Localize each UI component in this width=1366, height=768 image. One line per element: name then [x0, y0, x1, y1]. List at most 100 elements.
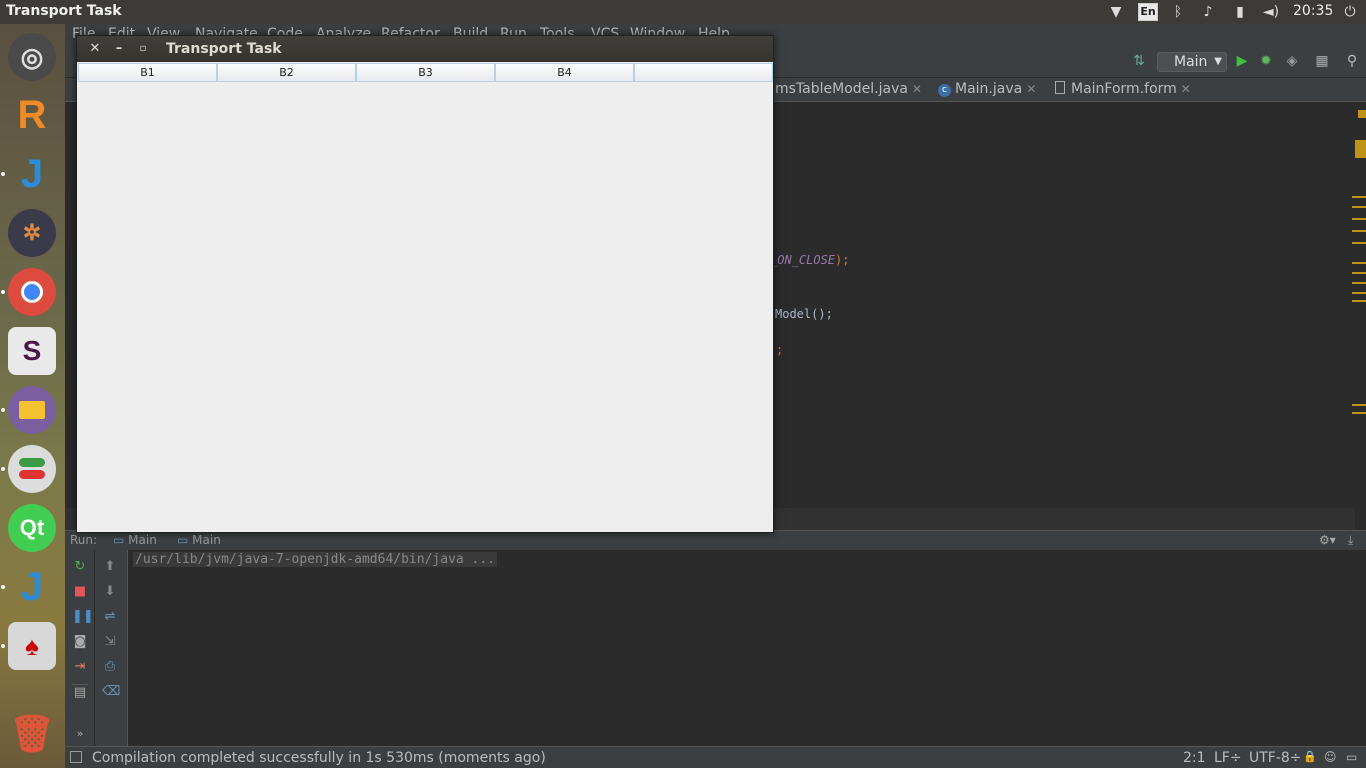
battery-icon[interactable]: ▮ — [1230, 2, 1250, 22]
run-toolbar-right: ⬆ ⬇ ⇌ ⇲ ⎙ ⌫ — [95, 550, 128, 746]
tab-mainform-form[interactable]: MainForm.form ✕ — [1055, 78, 1191, 102]
error-stripe-marker[interactable] — [1352, 206, 1366, 208]
error-stripe-marker[interactable] — [1352, 300, 1366, 302]
run-configuration-select[interactable]: Main ▼ — [1157, 52, 1227, 72]
column-header-b1[interactable]: B1 — [78, 63, 217, 82]
clock[interactable]: 20:35 — [1293, 3, 1333, 19]
tab-label: msTableModel.java — [775, 81, 908, 97]
run-tab-main-1[interactable]: ▭ Main — [113, 533, 157, 547]
running-indicator — [1, 644, 5, 648]
notification-bell-icon[interactable]: ♪ — [1198, 2, 1218, 22]
transport-task-window: ✕ – ▫ Transport Task B1 B2 B3 B4 — [76, 35, 774, 533]
close-icon[interactable]: ✕ — [1026, 82, 1036, 96]
run-tab-label: Main — [192, 533, 221, 547]
error-stripe-marker[interactable] — [1358, 110, 1366, 118]
file-encoding[interactable]: UTF-8÷ — [1249, 750, 1302, 766]
error-stripe-marker[interactable] — [1352, 262, 1366, 264]
maximize-window-button[interactable]: ▫ — [135, 41, 151, 57]
error-stripe-marker[interactable] — [1352, 404, 1366, 406]
run-label: Run: — [70, 533, 98, 547]
close-icon[interactable]: ✕ — [1181, 82, 1191, 96]
run-tab-icon: ▭ — [113, 533, 129, 547]
keyboard-layout-indicator[interactable]: En — [1138, 3, 1158, 21]
running-indicator — [1, 408, 5, 412]
minimize-window-button[interactable]: – — [111, 41, 127, 57]
error-stripe-marker[interactable] — [1352, 282, 1366, 284]
chrome-icon[interactable] — [8, 268, 56, 316]
search-icon[interactable]: ⚲ — [1344, 53, 1360, 69]
tab-main-java[interactable]: c Main.java ✕ — [938, 78, 1036, 102]
caret-position[interactable]: 2:1 — [1183, 750, 1206, 766]
more-icon[interactable]: » — [72, 726, 88, 742]
table-body[interactable] — [78, 82, 773, 531]
arrow-down-icon[interactable]: ⬇ — [102, 584, 118, 600]
running-indicator — [1, 290, 5, 294]
trash-icon[interactable]: 🗑 — [8, 710, 56, 758]
lock-icon[interactable]: 🔒 — [1303, 750, 1317, 763]
intellij-idea-2-icon[interactable]: J — [8, 563, 56, 611]
trash-console-icon[interactable]: ⌫ — [102, 684, 120, 700]
stop-icon[interactable]: ■ — [72, 584, 88, 600]
active-window-title: Transport Task — [6, 3, 122, 19]
ubuntu-dash-icon[interactable]: ◎ — [8, 33, 56, 81]
column-header-b3[interactable]: B3 — [356, 63, 495, 82]
layout-icon[interactable]: ▤ — [72, 684, 88, 700]
system-top-bar: Transport Task ▼ En ᛒ ♪ ▮ ◄) 20:35 ⏻ — [0, 0, 1366, 24]
error-stripe-marker[interactable] — [1352, 230, 1366, 232]
exit-icon[interactable]: ⇥ — [72, 659, 88, 675]
power-icon[interactable]: ⏻ — [1340, 2, 1360, 22]
qt-creator-icon[interactable]: Qt — [8, 504, 56, 552]
intellij-idea-icon[interactable]: J — [8, 150, 56, 198]
hide-panel-icon[interactable]: ⤓ — [1348, 533, 1353, 548]
dump-threads-icon[interactable]: ◙ — [72, 634, 88, 650]
running-indicator — [1, 585, 5, 589]
gear-icon[interactable]: ⚙▾ — [1319, 533, 1336, 547]
files-icon[interactable] — [8, 386, 56, 434]
rerun-icon[interactable]: ↻ — [72, 559, 88, 575]
error-stripe-marker[interactable] — [1352, 272, 1366, 274]
mysql-workbench-icon[interactable]: R — [8, 91, 56, 139]
error-stripe-marker[interactable] — [1352, 412, 1366, 414]
coverage-icon[interactable]: ◈ — [1284, 53, 1300, 69]
bluetooth-icon[interactable]: ᛒ — [1168, 2, 1188, 22]
line-separator[interactable]: LF÷ — [1214, 750, 1242, 766]
java-class-icon: c — [938, 84, 951, 97]
event-log-icon[interactable]: ▭ — [1346, 750, 1357, 764]
vcs-update-icon[interactable]: ⇅ — [1131, 53, 1147, 69]
error-stripe-marker[interactable] — [1352, 196, 1366, 198]
pause-icon[interactable]: ❚❚ — [72, 609, 94, 625]
wifi-icon[interactable]: ▼ — [1106, 2, 1126, 22]
run-config-label: Main — [1174, 54, 1208, 70]
project-structure-icon[interactable]: ▦ — [1314, 53, 1330, 69]
error-stripe — [1355, 103, 1366, 553]
arrow-up-icon[interactable]: ⬆ — [102, 559, 118, 575]
column-header-b2[interactable]: B2 — [217, 63, 356, 82]
column-header-empty[interactable] — [634, 63, 773, 82]
java-app-icon[interactable]: ♠ — [8, 622, 56, 670]
error-stripe-marker[interactable] — [1352, 218, 1366, 220]
slack-icon[interactable]: S — [8, 327, 56, 375]
error-stripe-marker[interactable] — [1355, 140, 1366, 158]
tool-windows-icon[interactable] — [70, 751, 82, 763]
error-stripe-marker[interactable] — [1352, 242, 1366, 244]
code-constant: _ON_CLOSE — [770, 253, 836, 267]
run-icon[interactable]: ▶ — [1234, 53, 1250, 69]
window-title-bar[interactable]: ✕ – ▫ Transport Task — [77, 36, 773, 62]
soft-wrap-icon[interactable]: ⇌ — [102, 609, 118, 625]
run-tab-label: Main — [128, 533, 157, 547]
tab-mstablemodel[interactable]: msTableModel.java ✕ — [775, 78, 922, 102]
close-icon[interactable]: ✕ — [912, 82, 922, 96]
system-settings-icon[interactable]: ✲ — [8, 209, 56, 257]
switcher-icon[interactable] — [8, 445, 56, 493]
close-window-button[interactable]: ✕ — [87, 41, 103, 57]
print-icon[interactable]: ⎙ — [102, 659, 118, 675]
code-punctuation: ); — [835, 253, 850, 267]
inspector-icon[interactable]: ☺ — [1324, 750, 1337, 764]
error-stripe-marker[interactable] — [1352, 292, 1366, 294]
debug-icon[interactable]: ✹ — [1258, 53, 1274, 69]
column-header-b4[interactable]: B4 — [495, 63, 634, 82]
volume-icon[interactable]: ◄) — [1260, 2, 1282, 22]
scroll-to-end-icon[interactable]: ⇲ — [102, 634, 118, 650]
run-tab-main-2[interactable]: ▭ Main — [177, 533, 221, 547]
code-line-model: Model(); — [775, 307, 833, 321]
